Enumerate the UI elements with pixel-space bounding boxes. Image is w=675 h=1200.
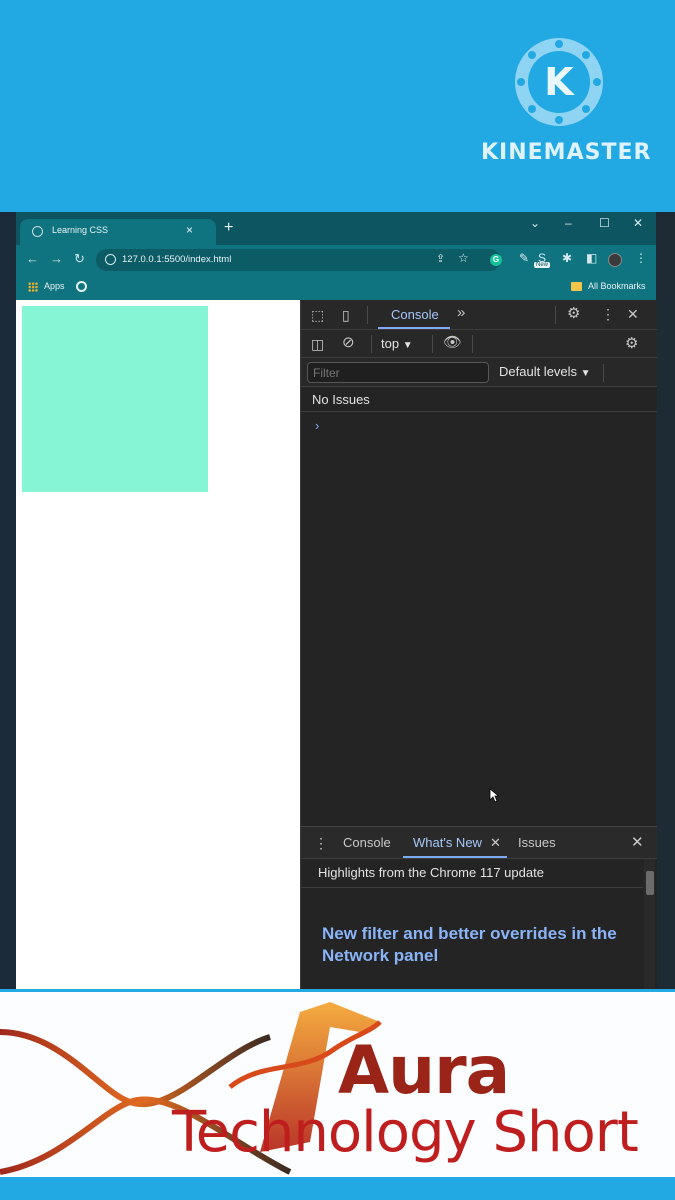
- browser-menu-icon[interactable]: ⋮: [635, 251, 647, 265]
- whats-new-headline[interactable]: New filter and better overrides in the N…: [322, 923, 647, 967]
- site-info-icon[interactable]: [105, 254, 116, 265]
- editor-left-strip: [0, 212, 16, 989]
- bookmark-star-icon[interactable]: ☆: [458, 251, 469, 265]
- bookmarks-folder-icon: [571, 282, 582, 291]
- reload-button[interactable]: ↻: [74, 251, 85, 267]
- extensions-puzzle-icon[interactable]: ✱: [562, 251, 572, 265]
- tab-search-dropdown-icon[interactable]: ⌄: [530, 216, 540, 230]
- drawer-scrollbar-thumb[interactable]: [646, 871, 654, 895]
- window-close-button[interactable]: ✕: [633, 216, 643, 230]
- context-label: top: [381, 336, 400, 351]
- tab-close-button[interactable]: ×: [186, 223, 193, 237]
- divider: [472, 335, 473, 353]
- new-badge: New: [534, 262, 551, 268]
- devtools-drawer: ⋮ Console What's New ✕ Issues ✕ Highligh…: [301, 826, 657, 989]
- drawer-tab-whats-new[interactable]: What's New: [413, 835, 482, 850]
- all-bookmarks-link[interactable]: All Bookmarks: [588, 281, 646, 291]
- devtools-panel: ⬚ ▯ Console » ⚙ ⋮ ✕ ◫ ⊘ top ▼ 👁 ⚙ Filter…: [300, 300, 657, 989]
- devtools-toolbar: ⬚ ▯ Console » ⚙ ⋮ ✕: [301, 300, 657, 330]
- back-button[interactable]: ←: [26, 251, 39, 266]
- aura-logo-text: Aura: [338, 1032, 510, 1109]
- drawer-menu-icon[interactable]: ⋮: [314, 836, 328, 850]
- chevron-down-icon: ▼: [402, 340, 413, 351]
- address-bar[interactable]: 127.0.0.1:5500/index.html ⇪ ☆: [96, 249, 501, 271]
- divider: [432, 335, 433, 353]
- divider: [603, 364, 604, 382]
- divider: [555, 306, 556, 324]
- mouse-pointer-icon: [489, 788, 499, 803]
- drawer-active-indicator: [403, 856, 507, 858]
- drawer-close-icon[interactable]: ✕: [631, 833, 644, 851]
- chrome-web-store-icon[interactable]: [76, 281, 87, 292]
- maximize-button[interactable]: ☐: [599, 216, 610, 230]
- minimize-button[interactable]: –: [565, 216, 572, 230]
- page-viewport: [16, 300, 300, 989]
- forward-button[interactable]: →: [50, 251, 63, 266]
- kinemaster-logo-letter: K: [544, 60, 575, 104]
- drawer-tab-bar: ⋮ Console What's New ✕ Issues ✕: [301, 827, 657, 859]
- console-filter-input[interactable]: [307, 362, 489, 383]
- address-url[interactable]: 127.0.0.1:5500/index.html: [122, 254, 231, 265]
- settings-gear-icon[interactable]: ⚙: [567, 306, 580, 321]
- drawer-tab-console[interactable]: Console: [343, 835, 391, 850]
- issues-status[interactable]: No Issues: [312, 392, 370, 407]
- share-icon[interactable]: ⇪: [436, 252, 445, 265]
- drawer-tab-issues[interactable]: Issues: [518, 835, 556, 850]
- browser-toolbar: ← → ↻ 127.0.0.1:5500/index.html ⇪ ☆ G ✎ …: [16, 245, 656, 275]
- divider: [367, 306, 368, 324]
- devtools-menu-icon[interactable]: ⋮: [601, 307, 615, 321]
- browser-tab[interactable]: Learning CSS ×: [20, 219, 216, 245]
- log-levels-dropdown[interactable]: Default levels ▼: [499, 364, 591, 379]
- live-expression-eye-icon[interactable]: 👁: [443, 335, 462, 350]
- globe-icon: [32, 226, 43, 237]
- console-filter-bar: Default levels ▼: [301, 358, 657, 387]
- device-toolbar-icon[interactable]: ▯: [342, 308, 350, 322]
- active-tab-indicator: [378, 327, 450, 329]
- issues-bar: No Issues: [301, 387, 657, 412]
- extension-icon[interactable]: ✎: [519, 251, 529, 265]
- more-tabs-icon[interactable]: »: [457, 305, 465, 320]
- console-toolbar: ◫ ⊘ top ▼ 👁 ⚙: [301, 330, 657, 358]
- tab-console[interactable]: Console: [391, 307, 439, 322]
- console-prompt-icon[interactable]: ›: [315, 418, 319, 433]
- clear-console-icon[interactable]: ⊘: [342, 335, 355, 350]
- console-settings-gear-icon[interactable]: ⚙: [625, 336, 638, 351]
- whats-new-highlights: Highlights from the Chrome 117 update: [318, 865, 544, 880]
- screen: K KINEMASTER Learning CSS × + ⌄ – ☐ ✕ ← …: [0, 0, 675, 1200]
- kinemaster-logo-icon: K: [515, 38, 603, 126]
- chevron-down-icon: ▼: [580, 368, 591, 379]
- aura-logo-area: Aura Technology Short: [0, 992, 675, 1177]
- divider: [301, 887, 643, 888]
- bookmarks-bar: Apps All Bookmarks: [16, 275, 656, 300]
- divider: [371, 335, 372, 353]
- kinemaster-brand: KINEMASTER: [481, 140, 652, 165]
- grammarly-extension-icon[interactable]: G: [490, 254, 502, 266]
- apps-bookmark[interactable]: Apps: [44, 281, 65, 291]
- devtools-close-icon[interactable]: ✕: [627, 307, 639, 321]
- css-box: [22, 306, 208, 492]
- profile-avatar[interactable]: [608, 253, 622, 267]
- tab-title: Learning CSS: [52, 225, 109, 235]
- sidebar-toggle-icon[interactable]: ◫: [311, 337, 324, 351]
- tab-strip: Learning CSS × + ⌄ – ☐ ✕: [16, 212, 656, 245]
- context-selector[interactable]: top ▼: [381, 336, 413, 351]
- technology-short-text: Technology Short: [172, 1100, 639, 1165]
- editor-right-strip: [656, 212, 675, 989]
- browser-window: Learning CSS × + ⌄ – ☐ ✕ ← → ↻ 127.0.0.1…: [0, 212, 675, 989]
- side-panel-icon[interactable]: ◧: [586, 251, 597, 265]
- new-tab-button[interactable]: +: [224, 220, 233, 236]
- apps-grid-icon[interactable]: [28, 282, 38, 292]
- inspect-element-icon[interactable]: ⬚: [311, 308, 324, 322]
- top-banner: K KINEMASTER: [0, 0, 675, 212]
- log-levels-label: Default levels: [499, 364, 578, 379]
- bottom-banner: Aura Technology Short: [0, 989, 675, 1200]
- whats-new-close-icon[interactable]: ✕: [490, 835, 501, 851]
